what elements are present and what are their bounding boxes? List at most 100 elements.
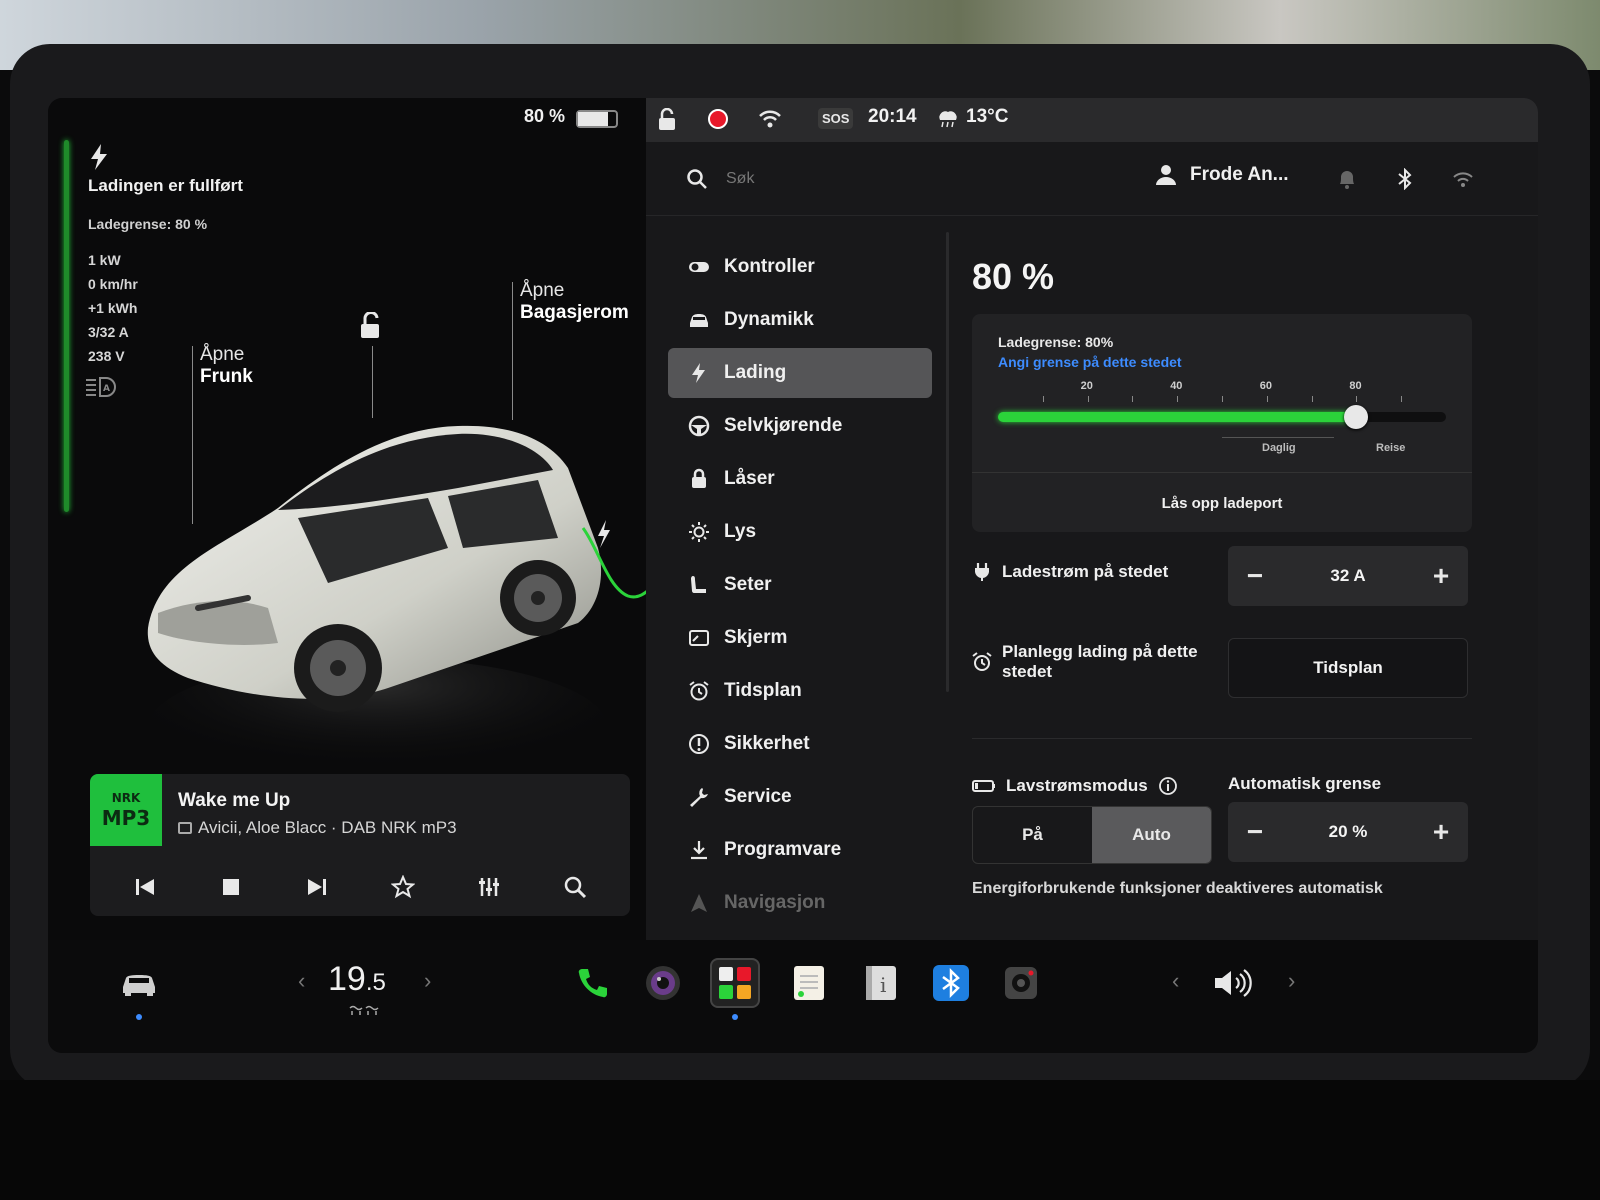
auto-limit-stepper: − 20 % + xyxy=(1228,802,1468,862)
nav-item-tidsplan[interactable]: Tidsplan xyxy=(668,666,932,716)
favorite-button[interactable] xyxy=(383,867,423,907)
nav-item-skjerm[interactable]: Skjerm xyxy=(668,613,932,663)
steering-wheel-icon xyxy=(688,415,710,437)
manual-button[interactable]: i xyxy=(856,958,906,1008)
slider-tick-mark xyxy=(1401,396,1403,402)
nav-item-laser[interactable]: Låser xyxy=(668,454,932,504)
auto-headlight-icon[interactable]: A xyxy=(84,376,120,398)
slider-tick-mark xyxy=(1222,396,1223,402)
dashcam-record-icon[interactable] xyxy=(708,109,728,129)
nav-item-dynamikk[interactable]: Dynamikk xyxy=(668,295,932,345)
volume-down-button[interactable]: ‹ xyxy=(1172,968,1179,994)
nav-label: Selvkjørende xyxy=(724,415,843,436)
slider-tick-mark xyxy=(1266,396,1268,402)
nav-label: Tidsplan xyxy=(724,680,802,701)
media-search-button[interactable] xyxy=(555,867,595,907)
search-icon xyxy=(564,876,587,899)
search-icon xyxy=(687,169,707,189)
decrease-current-button[interactable]: − xyxy=(1240,560,1270,591)
nav-label: Programvare xyxy=(724,839,842,860)
temp-up-button[interactable]: › xyxy=(424,968,431,994)
info-book-icon: i xyxy=(866,966,896,1000)
user-profile-button[interactable]: Frode An... xyxy=(1156,164,1289,186)
camera-app-button[interactable] xyxy=(638,958,688,1008)
trunk-label: Bagasjerom xyxy=(520,302,629,323)
cabin-temperature[interactable]: 19.5 xyxy=(328,960,386,999)
download-icon xyxy=(691,841,707,860)
nav-item-seter[interactable]: Seter xyxy=(668,560,932,610)
bluetooth-app-button[interactable] xyxy=(926,958,976,1008)
charge-limit-slider[interactable] xyxy=(998,405,1446,429)
nav-item-lading[interactable]: Lading xyxy=(668,348,932,398)
slider-tick-label: 40 xyxy=(1170,380,1183,392)
seat-heater-icon[interactable] xyxy=(348,1004,380,1016)
info-icon[interactable] xyxy=(1158,776,1178,796)
outside-temperature: 13°C xyxy=(966,106,1009,127)
nav-item-navigasjon[interactable]: Navigasjon xyxy=(668,878,932,928)
nav-item-service[interactable]: Service xyxy=(668,772,932,822)
nav-item-programvare[interactable]: Programvare xyxy=(668,825,932,875)
section-divider xyxy=(972,738,1472,739)
temp-integer: 19 xyxy=(328,960,366,998)
star-icon xyxy=(391,875,415,899)
volume-up-button[interactable]: › xyxy=(1288,968,1295,994)
open-trunk-button[interactable]: Åpne Bagasjerom xyxy=(520,280,629,324)
lock-status-icon[interactable] xyxy=(656,108,678,132)
nav-label: Sikkerhet xyxy=(724,733,810,754)
album-art[interactable]: NRK MP3 xyxy=(90,774,162,846)
car-button[interactable] xyxy=(114,958,164,1008)
increase-current-button[interactable]: + xyxy=(1426,560,1456,591)
dashcam-button[interactable] xyxy=(996,958,1046,1008)
nav-label: Skjerm xyxy=(724,627,788,648)
temp-down-button[interactable]: ‹ xyxy=(298,968,305,994)
bluetooth-icon[interactable] xyxy=(1394,168,1416,190)
nav-scrollbar[interactable] xyxy=(946,232,949,692)
stop-button[interactable] xyxy=(211,867,251,907)
equalizer-button[interactable] xyxy=(469,867,509,907)
settings-search-input[interactable] xyxy=(726,166,1026,192)
low-power-on-option[interactable]: På xyxy=(973,807,1092,863)
nav-item-sikkerhet[interactable]: Sikkerhet xyxy=(668,719,932,769)
nav-item-kontroller[interactable]: Kontroller xyxy=(668,242,932,292)
low-power-footnote: Energiforbrukende funksjoner deaktiveres… xyxy=(972,880,1383,897)
previous-button[interactable] xyxy=(125,867,165,907)
schedule-label-line2: stedet xyxy=(1002,662,1053,681)
sos-button[interactable]: SOS xyxy=(818,108,854,129)
next-button[interactable] xyxy=(297,867,337,907)
alarm-clock-icon xyxy=(972,652,992,671)
slider-thumb[interactable] xyxy=(1344,405,1369,429)
signal-icon[interactable] xyxy=(1452,168,1474,190)
phone-button[interactable] xyxy=(568,958,618,1008)
skip-previous-icon xyxy=(136,879,154,895)
open-frunk-button[interactable]: Åpne Frunk xyxy=(200,344,253,388)
set-limit-location-link[interactable]: Angi grense på dette stedet xyxy=(998,354,1182,370)
unlock-icon[interactable] xyxy=(358,312,384,340)
increase-auto-limit-button[interactable]: + xyxy=(1426,816,1456,847)
settings-header: Frode An... xyxy=(646,142,1538,216)
nav-item-selvkjorende[interactable]: Selvkjørende xyxy=(668,401,932,451)
low-power-auto-option[interactable]: Auto xyxy=(1092,807,1211,863)
calendar-button[interactable] xyxy=(784,958,834,1008)
charge-stats: 1 kW 0 km/hr +1 kWh 3/32 A 238 V xyxy=(88,248,138,368)
car-model-image xyxy=(147,425,648,798)
equalizer-icon xyxy=(479,878,499,896)
volume-icon[interactable] xyxy=(1212,968,1252,998)
user-icon xyxy=(1156,165,1176,185)
album-art-line1: NRK xyxy=(111,791,141,805)
schedule-button[interactable]: Tidsplan xyxy=(1228,638,1468,698)
apps-grid-icon xyxy=(719,967,751,999)
wifi-icon[interactable] xyxy=(758,108,782,130)
toybox-button[interactable] xyxy=(710,958,760,1008)
phone-icon xyxy=(578,969,607,998)
decrease-auto-limit-button[interactable]: − xyxy=(1240,816,1270,847)
daily-range-label: Daglig xyxy=(1262,442,1296,454)
card-divider xyxy=(972,472,1472,473)
auto-limit-value: 20 % xyxy=(1328,822,1368,841)
unlock-charge-port-button[interactable]: Lås opp ladeport xyxy=(972,474,1472,532)
alarm-clock-icon xyxy=(689,681,709,701)
nav-label: Lys xyxy=(724,521,757,542)
weather-rain-icon xyxy=(939,111,957,128)
display-icon xyxy=(689,630,709,646)
notification-bell-icon[interactable] xyxy=(1336,168,1358,190)
nav-item-lys[interactable]: Lys xyxy=(668,507,932,557)
